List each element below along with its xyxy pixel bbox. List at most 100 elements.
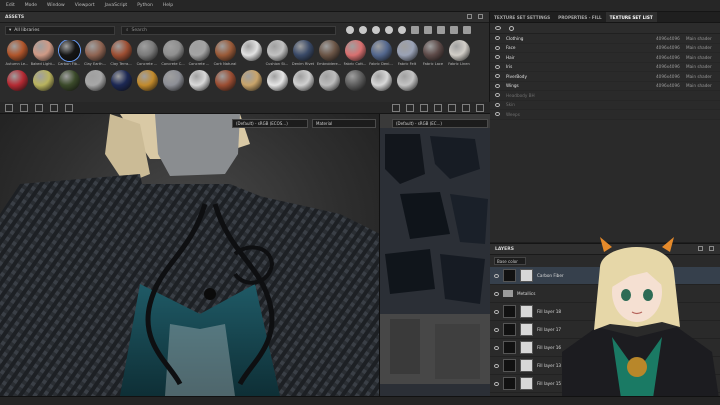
bake-icon[interactable] — [406, 103, 414, 112]
filter-generators-icon[interactable] — [398, 26, 406, 34]
menu-edit[interactable]: Edit — [6, 3, 15, 8]
visibility-icon[interactable] — [494, 309, 499, 314]
visibility-icon[interactable] — [495, 55, 500, 60]
texture-set-row[interactable]: Wings 4096x4096 Main shader — [490, 82, 720, 91]
material-thumbnail[interactable]: Fabric Felt — [394, 40, 420, 70]
material-thumbnail[interactable]: Fabric Linen — [446, 40, 472, 70]
texture-set-shader[interactable]: Main shader — [686, 74, 712, 79]
visibility-icon[interactable] — [494, 327, 499, 332]
filter-filters-icon[interactable] — [411, 26, 419, 34]
material-thumbnail[interactable] — [30, 70, 56, 100]
material-thumbnail[interactable]: Fabric Cott... — [342, 40, 368, 70]
close-icon[interactable] — [478, 14, 483, 19]
library-select[interactable]: ▾ All libraries — [5, 25, 115, 35]
visibility-icon[interactable] — [495, 64, 500, 69]
texture-set-row[interactable]: Skin — [490, 101, 720, 110]
tab-texture-set-settings[interactable]: TEXTURE SET SETTINGS — [490, 12, 554, 22]
visibility-icon[interactable] — [494, 363, 499, 368]
material-thumbnail[interactable] — [4, 70, 30, 100]
material-thumbnail[interactable] — [212, 70, 238, 100]
material-thumbnail[interactable]: Denim Rivet — [290, 40, 316, 70]
asset-search-input[interactable]: ⌕ Search — [121, 25, 336, 35]
visibility-icon[interactable] — [495, 74, 500, 79]
material-thumbnail[interactable] — [56, 70, 82, 100]
render-icon[interactable] — [420, 103, 428, 112]
history-icon[interactable] — [65, 103, 73, 112]
tab-properties-fill[interactable]: PROPERTIES - FILL — [554, 12, 606, 22]
menu-javascript[interactable]: JavaScript — [105, 3, 128, 8]
material-thumbnail[interactable] — [238, 70, 264, 100]
material-thumbnail[interactable] — [134, 70, 160, 100]
visibility-icon[interactable] — [494, 273, 499, 278]
display-settings-icon[interactable] — [476, 103, 484, 112]
visibility-icon[interactable] — [495, 112, 500, 117]
filter-brushes-icon[interactable] — [424, 26, 432, 34]
material-thumbnail[interactable] — [238, 40, 264, 70]
menu-viewport[interactable]: Viewport — [75, 3, 95, 8]
material-thumbnail[interactable] — [394, 70, 420, 100]
visibility-icon[interactable] — [495, 45, 500, 50]
filter-materials-icon[interactable] — [346, 26, 354, 34]
texture-set-shader[interactable]: Main shader — [686, 55, 712, 60]
maximize-icon[interactable] — [467, 14, 472, 19]
menu-python[interactable]: Python — [137, 3, 153, 8]
material-thumbnail[interactable]: Fabric Deni... — [368, 40, 394, 70]
texture-set-shader[interactable]: Main shader — [686, 64, 712, 69]
menu-mode[interactable]: Mode — [25, 3, 37, 8]
filter-procedurals-icon[interactable] — [385, 26, 393, 34]
filter-tools-icon[interactable] — [450, 26, 458, 34]
material-select-3d[interactable]: Material — [312, 119, 376, 128]
channel-blend-select[interactable]: Base color — [494, 257, 526, 265]
paint-brush-icon[interactable] — [462, 103, 470, 112]
visibility-icon[interactable] — [495, 36, 500, 41]
pause-icon[interactable] — [392, 103, 400, 112]
filter-text-icon[interactable] — [463, 26, 471, 34]
material-thumbnail[interactable]: Concrete C... — [160, 40, 186, 70]
menu-help[interactable]: Help — [163, 3, 173, 8]
visibility-icon[interactable] — [495, 93, 500, 98]
filter-textures-icon[interactable] — [372, 26, 380, 34]
material-thumbnail[interactable] — [316, 70, 342, 100]
screenshot-icon[interactable] — [434, 103, 442, 112]
visibility-icon[interactable] — [495, 26, 501, 30]
texture-set-row[interactable]: Iris 4096x4096 Main shader — [490, 63, 720, 72]
material-thumbnail[interactable]: Clay Earth... — [82, 40, 108, 70]
texture-set-shader[interactable]: Main shader — [686, 45, 712, 50]
list-view-icon[interactable] — [20, 103, 28, 112]
material-thumbnail[interactable] — [368, 70, 394, 100]
visibility-icon[interactable] — [495, 83, 500, 88]
texture-set-row[interactable]: Weeps — [490, 110, 720, 120]
material-thumbnail[interactable]: Autumn Le... — [4, 40, 30, 70]
filter-smart-materials-icon[interactable] — [359, 26, 367, 34]
texture-set-row[interactable]: PiverBody 4096x4096 Main shader — [490, 72, 720, 82]
menu-window[interactable]: Window — [47, 3, 65, 8]
material-thumbnail[interactable] — [108, 70, 134, 100]
material-thumbnail[interactable]: Cork Natural — [212, 40, 238, 70]
texture-set-shader[interactable]: Main shader — [686, 36, 712, 41]
camera-icon[interactable] — [50, 103, 58, 112]
viewport-2d[interactable]: (Default) - sRGB (EC...) — [380, 114, 490, 396]
visibility-icon[interactable] — [494, 345, 499, 350]
material-thumbnail[interactable]: Concrete ... — [186, 40, 212, 70]
frame-icon[interactable] — [35, 103, 43, 112]
tab-texture-set-list[interactable]: TEXTURE SET LIST — [605, 12, 657, 22]
texture-set-row[interactable]: Face 4096x4096 Main shader — [490, 44, 720, 53]
material-thumbnail[interactable] — [160, 70, 186, 100]
channel-select-3d[interactable]: (Default) - sRGB (ECOS…) — [232, 119, 308, 128]
settings-icon[interactable] — [509, 25, 514, 31]
material-thumbnail[interactable] — [290, 70, 316, 100]
material-thumbnail[interactable] — [82, 70, 108, 100]
material-thumbnail[interactable] — [342, 70, 368, 100]
visibility-icon[interactable] — [495, 102, 500, 107]
material-thumbnail[interactable]: Carbon Fib... — [56, 40, 82, 70]
viewport-3d[interactable]: (Default) - sRGB (ECOS…) Material — [0, 114, 380, 396]
texture-set-row[interactable]: Clothing 4096x4096 Main shader — [490, 34, 720, 44]
material-thumbnail[interactable]: Clay Terra... — [108, 40, 134, 70]
material-thumbnail[interactable]: Fabric Lace — [420, 40, 446, 70]
texture-set-shader[interactable]: Main shader — [686, 83, 712, 88]
toggle-2d-icon[interactable] — [448, 103, 456, 112]
material-thumbnail[interactable] — [264, 70, 290, 100]
material-thumbnail[interactable] — [186, 70, 212, 100]
material-thumbnail[interactable]: Baked Light... — [30, 40, 56, 70]
grid-view-icon[interactable] — [5, 103, 13, 112]
